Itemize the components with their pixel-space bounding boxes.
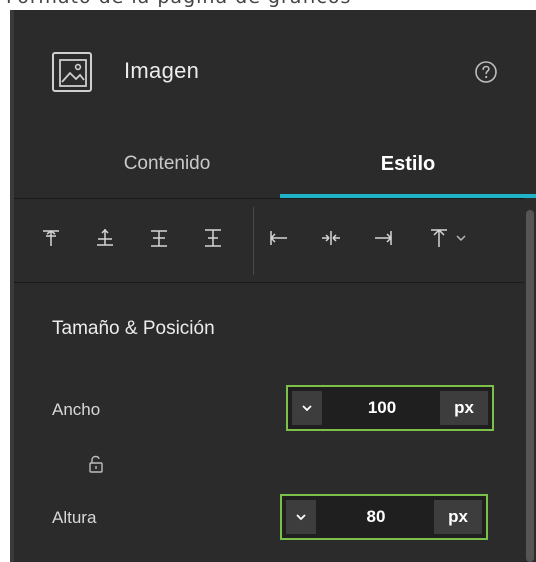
toolbar-separator [253,207,254,275]
align-left-icon[interactable] [266,225,292,251]
chevron-down-icon [302,405,312,412]
size-position-title: Tamaño & Posición [52,318,215,339]
tab-bar: Contenido Estilo [14,130,536,198]
align-bottom-icon[interactable] [146,225,172,251]
panel-header: Imagen [14,10,536,130]
distribute-vertical-icon[interactable] [200,225,226,251]
image-icon [52,52,92,92]
scrollbar[interactable] [524,198,536,562]
width-dropdown-button[interactable] [292,391,322,425]
background-text: Formato de la página de gráficos [6,0,351,8]
lock-icon[interactable] [88,455,104,473]
help-icon[interactable] [474,60,498,84]
tab-estilo[interactable]: Estilo [280,130,536,198]
align-middle-icon[interactable] [92,225,118,251]
align-center-icon[interactable] [318,225,344,251]
alignment-toolbar [14,198,524,283]
width-value[interactable]: 100 [328,387,436,429]
section-divider [14,282,524,283]
scrollbar-thumb[interactable] [526,210,534,562]
height-unit[interactable]: px [434,500,482,534]
chevron-down-icon [296,514,306,521]
height-stepper[interactable]: 80 px [280,494,488,540]
chevron-down-icon[interactable] [454,225,468,251]
tab-contenido[interactable]: Contenido [52,130,282,198]
left-gutter [0,10,14,562]
panel-title: Imagen [124,58,200,83]
width-unit[interactable]: px [440,391,488,425]
height-dropdown-button[interactable] [286,500,316,534]
width-stepper[interactable]: 100 px [286,385,494,431]
width-label: Ancho [52,400,101,419]
image-properties-panel: Imagen Contenido Estilo Tamaño & Posició… [14,10,536,562]
height-label: Altura [52,508,97,527]
height-value[interactable]: 80 [322,496,430,538]
align-right-icon[interactable] [370,225,396,251]
background-page-text: Formato de la página de gráficos [0,0,536,10]
align-top-icon[interactable] [38,225,64,251]
arrange-to-top-icon[interactable] [426,225,452,251]
